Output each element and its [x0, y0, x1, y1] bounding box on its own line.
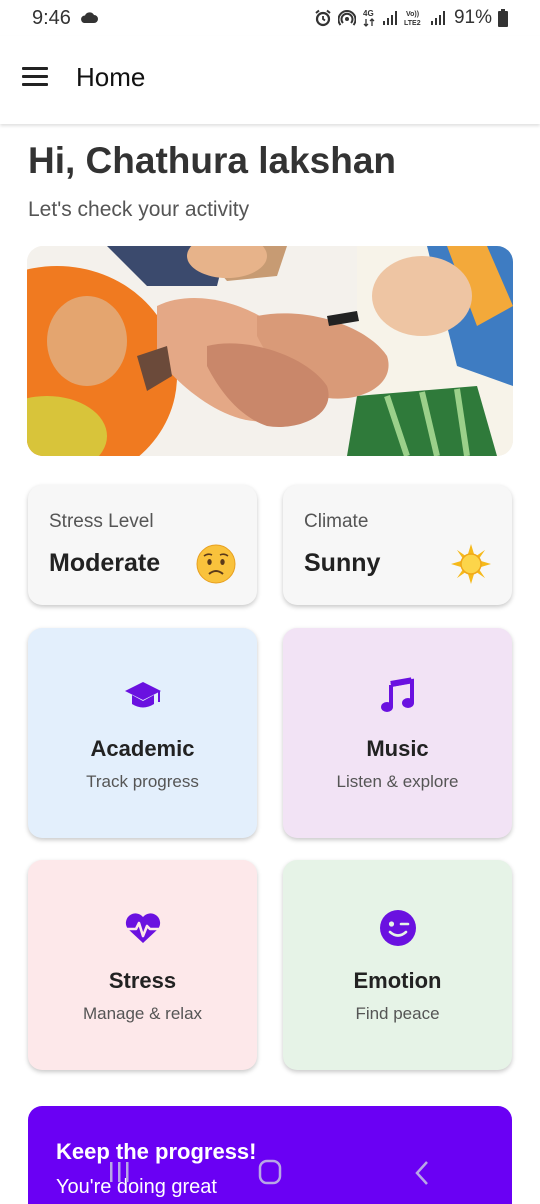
- heart-pulse-icon: [125, 913, 161, 943]
- status-icons: 4G Vo)) LTE2 91%: [314, 7, 508, 29]
- home-icon[interactable]: [258, 1159, 282, 1185]
- app-bar: Home: [0, 36, 540, 124]
- stress-level-card[interactable]: Stress Level Moderate: [28, 485, 257, 605]
- stress-subtitle: Manage & relax: [82, 1004, 203, 1023]
- alarm-icon: [315, 9, 331, 27]
- academic-subtitle: Track progress: [86, 772, 199, 791]
- music-note-icon: [381, 677, 414, 712]
- svg-text:4G: 4G: [363, 9, 374, 18]
- hotspot-icon: [337, 10, 356, 26]
- graduation-cap-icon: [125, 682, 161, 708]
- cloud-icon: [81, 12, 98, 23]
- climate-card[interactable]: Climate Sunny: [283, 485, 512, 605]
- back-icon[interactable]: [412, 1160, 432, 1186]
- emotion-title: Emotion: [353, 968, 442, 993]
- sun-icon: [451, 544, 491, 584]
- volte-icon: Vo)) LTE2: [404, 11, 421, 27]
- music-subtitle: Listen & explore: [336, 772, 459, 791]
- worried-face-icon: [196, 544, 236, 584]
- greeting-subtitle: Let's check your activity: [28, 198, 250, 221]
- battery-icon: [498, 9, 508, 27]
- climate-label: Climate: [304, 511, 369, 532]
- stress-tile[interactable]: Stress Manage & relax: [28, 860, 257, 1070]
- signal-icon: [430, 11, 445, 25]
- music-title: Music: [366, 736, 429, 761]
- battery-percent: 91%: [453, 7, 492, 28]
- 4g-icon: 4G: [363, 9, 375, 27]
- menu-icon[interactable]: [22, 67, 48, 87]
- music-tile[interactable]: Music Listen & explore: [283, 628, 512, 838]
- status-time: 9:46: [32, 7, 71, 29]
- academic-tile[interactable]: Academic Track progress: [28, 628, 257, 838]
- greeting-title: Hi, Chathura lakshan: [28, 140, 397, 181]
- signal-icon: [382, 11, 397, 25]
- svg-text:LTE2: LTE2: [404, 20, 421, 27]
- emotion-subtitle: Find peace: [355, 1004, 440, 1023]
- hero-image: [27, 246, 513, 456]
- status-bar: 9:46 4G Vo)) LTE2 91%: [0, 0, 540, 36]
- svg-text:Vo)): Vo)): [406, 11, 419, 18]
- stress-level-label: Stress Level: [49, 511, 154, 532]
- system-nav-bar: [0, 1140, 540, 1204]
- page-title: Home: [76, 62, 146, 92]
- academic-title: Academic: [90, 736, 195, 761]
- recent-apps-icon[interactable]: [108, 1160, 130, 1184]
- stress-level-value: Moderate: [49, 549, 161, 577]
- climate-value: Sunny: [304, 549, 381, 577]
- emotion-tile[interactable]: Emotion Find peace: [283, 860, 512, 1070]
- stress-title: Stress: [108, 968, 177, 993]
- wink-face-icon: [380, 910, 416, 946]
